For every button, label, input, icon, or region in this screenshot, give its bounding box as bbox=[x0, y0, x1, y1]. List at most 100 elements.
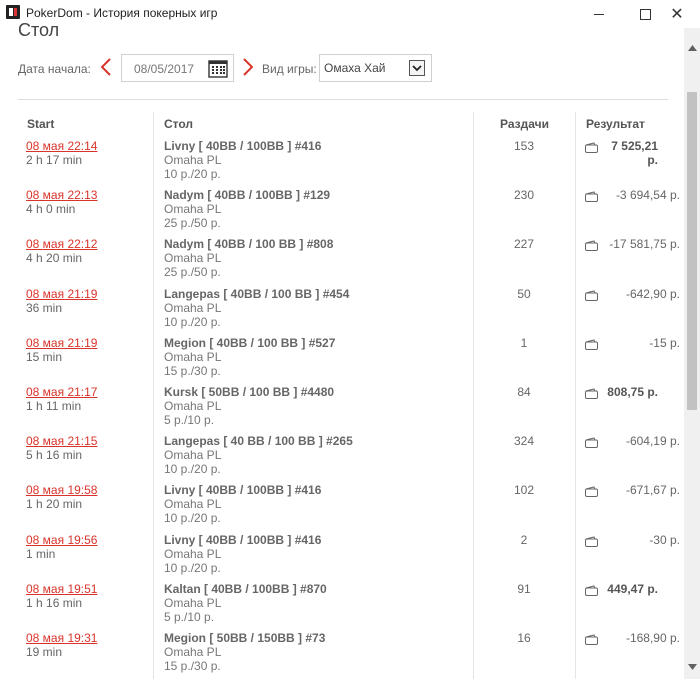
hands-count: 230 bbox=[513, 188, 535, 203]
dropdown-chevron-icon[interactable] bbox=[409, 60, 425, 76]
wallet-icon bbox=[585, 435, 598, 449]
column-header-start[interactable]: Start bbox=[27, 117, 54, 131]
date-value: 08/05/2017 bbox=[134, 62, 195, 76]
game-type: Omaha PL bbox=[164, 595, 222, 610]
table-row: 08 мая 22:12 4 h 20 min Nadym [ 40BB / 100… bbox=[0, 237, 690, 286]
stakes: 15 р./30 р. bbox=[164, 363, 221, 378]
table-name: Langepas [ 40BB / 100 BB ] #454 bbox=[164, 286, 350, 301]
hands-count: 324 bbox=[513, 434, 535, 449]
start-date-link[interactable]: 08 мая 21:15 bbox=[26, 434, 97, 448]
game-type: Omaha PL bbox=[164, 202, 222, 217]
game-type: Omaha PL bbox=[164, 349, 222, 364]
game-type-select[interactable]: Омаха Хай bbox=[319, 54, 432, 82]
table-name: Megion [ 50BB / 150BB ] #73 bbox=[164, 631, 326, 645]
wallet-icon bbox=[585, 632, 598, 645]
table-row: 08 мая 19:58 1 h 20 min Livny [ 40BB / 100… bbox=[0, 483, 690, 532]
stakes: 10 р./20 р. bbox=[164, 167, 221, 181]
stakes: 10 р./20 р. bbox=[164, 462, 221, 477]
start-date-link[interactable]: 08 мая 19:31 bbox=[26, 631, 97, 645]
next-arrow-icon[interactable] bbox=[243, 58, 253, 76]
stakes: 25 р./50 р. bbox=[164, 216, 221, 231]
scroll-thumb[interactable] bbox=[687, 92, 697, 410]
date-label: Дата начала: bbox=[18, 62, 91, 76]
table-name: Kaltan [ 40BB / 100BB ] #870 bbox=[164, 581, 327, 596]
start-date-link[interactable]: 08 мая 21:19 bbox=[26, 287, 97, 301]
result-value: -168,90 р. bbox=[625, 631, 680, 645]
wallet-icon bbox=[585, 140, 598, 153]
duration: 2 h 17 min bbox=[26, 153, 83, 167]
start-date-link[interactable]: 08 мая 22:13 bbox=[26, 188, 97, 202]
game-type: Omaha PL bbox=[164, 546, 222, 561]
duration: 15 min bbox=[26, 349, 63, 364]
table-row: 08 мая 22:14 2 h 17 min Livny [ 40BB / 100… bbox=[0, 139, 690, 188]
duration: 4 h 20 min bbox=[26, 251, 83, 266]
result-value: -3 694,54 р. bbox=[615, 188, 680, 203]
game-type-label: Вид игры: bbox=[262, 62, 317, 76]
result-value: 808,75 р. bbox=[607, 385, 658, 399]
table-name: Nadym [ 40BB / 100BB ] #129 bbox=[164, 188, 331, 203]
scroll-up-icon[interactable] bbox=[684, 42, 700, 54]
column-header-result[interactable]: Результат bbox=[586, 117, 645, 131]
wallet-icon bbox=[585, 534, 598, 547]
wallet-icon bbox=[585, 337, 598, 350]
close-button[interactable]: ✕ bbox=[654, 0, 700, 28]
hands-count: 1 bbox=[520, 335, 528, 350]
prev-arrow-icon[interactable] bbox=[101, 58, 111, 76]
duration: 36 min bbox=[26, 300, 63, 315]
hands-count: 50 bbox=[517, 286, 531, 301]
wallet-icon bbox=[585, 238, 598, 252]
result-value: -17 581,75 р. bbox=[609, 237, 680, 252]
divider bbox=[18, 99, 668, 100]
start-date-link[interactable]: 08 мая 22:14 bbox=[26, 139, 97, 153]
start-date-link[interactable]: 08 мая 19:56 bbox=[26, 533, 97, 547]
page-title: Стол bbox=[18, 20, 60, 38]
start-date-link[interactable]: 08 мая 21:17 bbox=[26, 385, 97, 399]
hands-count: 2 bbox=[520, 532, 528, 547]
game-type: Omaha PL bbox=[164, 448, 222, 463]
table-row: 08 мая 22:13 4 h 0 min Nadym [ 40BB / 100B… bbox=[0, 188, 690, 237]
start-date-link[interactable]: 08 мая 19:58 bbox=[26, 483, 97, 497]
stakes: 10 р./20 р. bbox=[164, 560, 221, 575]
stakes: 5 р./10 р. bbox=[164, 609, 215, 624]
hands-count: 16 bbox=[517, 631, 531, 645]
table-name: Livny [ 40BB / 100BB ] #416 bbox=[164, 483, 322, 498]
start-date-link[interactable]: 08 мая 21:19 bbox=[26, 336, 97, 350]
date-field[interactable]: 08/05/2017 bbox=[121, 54, 234, 82]
wallet-icon bbox=[585, 386, 598, 399]
duration: 1 min bbox=[26, 546, 56, 561]
app-logo-icon bbox=[6, 5, 20, 19]
hands-count: 91 bbox=[517, 581, 531, 596]
result-value: -604,19 р. bbox=[625, 434, 680, 449]
table-row: 08 мая 21:15 5 h 16 min Langepas [ 40 BB /… bbox=[0, 434, 690, 483]
start-date-link[interactable]: 08 мая 19:51 bbox=[26, 582, 97, 596]
column-header-hands[interactable]: Раздачи bbox=[500, 117, 549, 131]
wallet-icon bbox=[585, 189, 598, 203]
minimize-button[interactable] bbox=[576, 0, 622, 28]
stakes: 10 р./20 р. bbox=[164, 511, 221, 526]
game-type: Omaha PL bbox=[164, 251, 222, 266]
table-name: Livny [ 40BB / 100BB ] #416 bbox=[164, 532, 322, 547]
duration: 1 h 20 min bbox=[26, 497, 83, 512]
game-type: Omaha PL bbox=[164, 645, 222, 659]
column-header-table[interactable]: Стол bbox=[164, 117, 193, 131]
table-name: Kursk [ 50BB / 100 BB ] #4480 bbox=[164, 385, 335, 399]
table-row: 08 мая 19:56 1 min Livny [ 40BB / 100BB ] … bbox=[0, 533, 690, 582]
result-value: -671,67 р. bbox=[625, 483, 680, 498]
wallet-icon bbox=[585, 484, 598, 498]
game-type: Omaha PL bbox=[164, 153, 222, 167]
table-name: Langepas [ 40 BB / 100 BB ] #265 bbox=[164, 434, 353, 449]
start-date-link[interactable]: 08 мая 22:12 bbox=[26, 237, 97, 251]
calendar-icon[interactable] bbox=[208, 59, 228, 78]
table-name: Nadym [ 40BB / 100 BB ] #808 bbox=[164, 237, 334, 252]
stakes: 25 р./50 р. bbox=[164, 265, 221, 280]
result-value: 449,47 р. bbox=[607, 581, 658, 596]
hands-count: 84 bbox=[517, 385, 531, 399]
result-value: -15 р. bbox=[649, 335, 680, 350]
stakes: 15 р./30 р. bbox=[164, 659, 221, 673]
scroll-down-icon[interactable] bbox=[684, 661, 700, 673]
wallet-icon bbox=[585, 583, 598, 596]
duration: 1 h 11 min bbox=[26, 399, 82, 413]
vertical-scrollbar[interactable] bbox=[684, 28, 700, 679]
wallet-icon bbox=[585, 288, 598, 301]
duration: 5 h 16 min bbox=[26, 448, 83, 463]
